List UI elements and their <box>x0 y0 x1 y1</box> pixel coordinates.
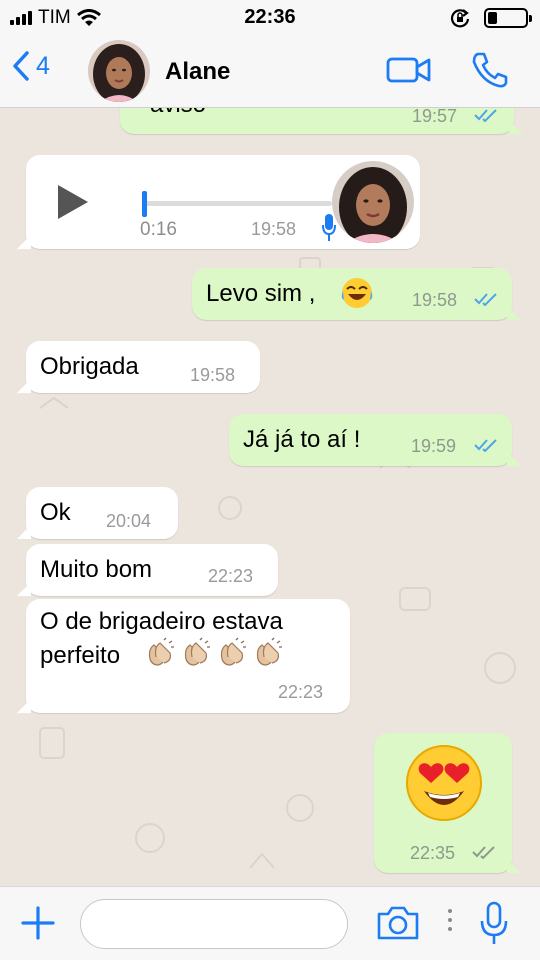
voice-duration: 0:16 <box>140 219 177 240</box>
message-bubble-incoming[interactable]: Muito bom 22:23 <box>17 544 278 596</box>
smiling-face-with-heart-eyes-icon <box>406 745 482 821</box>
message-text: Obrigada <box>40 353 139 380</box>
voice-record-button[interactable] <box>478 901 510 952</box>
clapping-hands-icon <box>148 637 174 666</box>
message-text-line-2: perfeito <box>40 642 121 669</box>
camera-icon <box>377 906 419 940</box>
battery-level <box>488 12 497 24</box>
clapping-hands-icon <box>256 637 282 666</box>
message-bubble-incoming[interactable]: Obrigada 19:58 <box>17 341 260 393</box>
double-check-icon <box>474 439 497 452</box>
message-time: 20:04 <box>106 511 152 531</box>
face-with-tears-of-joy-icon <box>341 278 373 308</box>
clapping-hands-emojis <box>144 637 284 669</box>
battery-icon <box>484 8 532 28</box>
more-dots-icon[interactable] <box>448 909 452 931</box>
message-text-line-1: O de brigadeiro estava <box>40 608 283 635</box>
chat-area[interactable]: aviso 19:57 0:16 19:58 <box>0 108 540 886</box>
microphone-icon <box>322 214 336 241</box>
voice-sender-avatar <box>332 161 414 243</box>
message-time: 22:23 <box>278 682 324 702</box>
clapping-hands-icon <box>220 637 246 666</box>
voice-message-bubble[interactable]: 0:16 19:58 <box>17 155 420 249</box>
phone-icon <box>472 52 508 88</box>
message-bubble-outgoing[interactable]: 22:35 <box>374 733 521 873</box>
message-input-bar <box>0 886 540 960</box>
contact-name[interactable]: Alane <box>165 58 230 86</box>
message-text: Muito bom <box>40 556 153 583</box>
status-bar: TIM 22:36 <box>0 0 540 36</box>
message-time: 22:23 <box>208 566 254 586</box>
play-icon[interactable] <box>58 185 88 219</box>
message-time: 19:57 <box>412 108 458 126</box>
message-text: Já já to aí ! <box>243 426 361 453</box>
video-call-icon <box>386 57 431 83</box>
message-bubble-outgoing[interactable]: Já já to aí ! 19:59 <box>229 414 521 466</box>
message-bubble-incoming[interactable]: O de brigadeiro estava perfeito 22:23 <box>17 599 350 713</box>
video-call-button[interactable] <box>386 56 432 89</box>
voice-progress-track[interactable] <box>142 191 332 217</box>
double-check-icon <box>472 846 495 859</box>
contact-avatar[interactable] <box>88 40 150 102</box>
message-text: aviso <box>150 108 206 121</box>
back-count: 4 <box>36 51 50 80</box>
camera-button[interactable] <box>376 905 420 946</box>
chat-header: 4 Alane <box>0 36 540 108</box>
message-time: 22:35 <box>410 843 456 863</box>
message-bubble-outgoing[interactable]: Levo sim , 19:58 <box>192 268 521 320</box>
voice-progress-handle[interactable] <box>142 191 147 217</box>
message-time: 19:58 <box>190 365 236 385</box>
microphone-icon <box>480 901 508 944</box>
rotation-lock-icon <box>450 9 470 28</box>
message-time: 19:58 <box>251 219 297 239</box>
voice-call-button[interactable] <box>470 50 510 95</box>
message-time: 19:58 <box>412 290 458 310</box>
message-input[interactable] <box>80 899 348 949</box>
back-button[interactable]: 4 <box>12 50 50 82</box>
clapping-hands-icon <box>184 637 210 666</box>
attach-button[interactable] <box>20 905 56 946</box>
status-right <box>450 8 532 28</box>
double-check-icon <box>474 109 497 122</box>
message-text: Levo sim , <box>206 280 316 307</box>
message-time: 19:59 <box>411 436 457 456</box>
message-bubble-incoming[interactable]: Ok 20:04 <box>17 487 178 539</box>
message-bubble-outgoing[interactable]: aviso 19:57 <box>120 108 523 134</box>
plus-icon <box>21 906 55 940</box>
back-chevron-icon <box>13 51 29 81</box>
message-text: Ok <box>40 499 71 526</box>
double-check-icon <box>474 293 497 306</box>
